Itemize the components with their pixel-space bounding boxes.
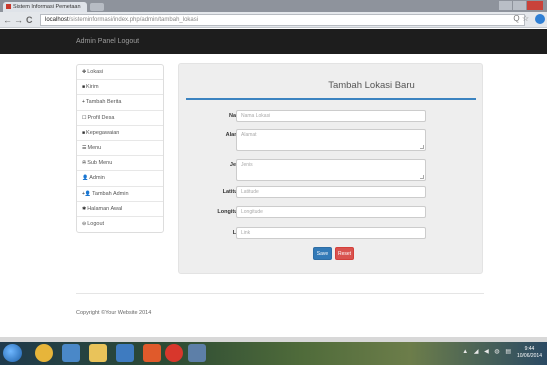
alamat-placeholder: Alamat <box>241 132 257 138</box>
start-button[interactable] <box>3 344 22 362</box>
cog-icon: ✇ <box>82 160 87 167</box>
plus-icon: + <box>82 99 85 106</box>
sidebar-item-label: Profil Desa <box>87 114 115 121</box>
url-input[interactable]: localhost/sisteminformasi/index.php/admi… <box>40 14 525 26</box>
new-tab-button[interactable] <box>90 3 104 11</box>
link-input[interactable]: Link <box>236 227 426 239</box>
page-title: Tambah Lokasi Baru <box>328 80 415 91</box>
taskbar: ▲ ◢ ◀ ◍ ▤ 9:44 10/06/2014 <box>0 342 547 365</box>
latitude-input[interactable]: Latitude <box>236 186 426 198</box>
folder-icon[interactable] <box>89 344 107 362</box>
browser-app-icon[interactable] <box>35 344 53 362</box>
sidebar-item-label: Sub Menu <box>87 160 113 167</box>
media-app-icon[interactable] <box>62 344 80 362</box>
sidebar-item-admin[interactable]: 👤Admin <box>77 171 163 187</box>
minimize-button[interactable] <box>499 1 512 10</box>
extension-icon[interactable] <box>535 14 545 24</box>
browser-tab-title: Sistem Informasi Pemetaan <box>13 4 81 10</box>
sidebar-item-label: Tambah Admin <box>92 190 129 197</box>
clock-date: 10/06/2014 <box>516 353 542 359</box>
maximize-button[interactable] <box>513 1 526 10</box>
logout-icon: ⊖ <box>82 220 87 227</box>
sidebar-item-halaman-awal[interactable]: ✱Halaman Awal <box>77 202 163 217</box>
clock-time: 9:44 <box>524 346 535 352</box>
sidebar-item-tambah-berita[interactable]: +Tambah Berita <box>77 95 163 111</box>
url-path: /sisteminformasi/index.php/admin/tambah_… <box>68 17 199 23</box>
browser-tabstrip: Sistem Informasi Pemetaan <box>0 0 547 12</box>
resize-grip-icon[interactable] <box>420 175 424 179</box>
reload-icon[interactable]: C <box>26 14 33 26</box>
paint-app-icon[interactable] <box>188 344 206 362</box>
navbar-brand[interactable]: Admin Panel Logout <box>76 29 139 54</box>
browser-tab[interactable]: Sistem Informasi Pemetaan <box>3 2 87 12</box>
favicon-icon <box>6 4 11 9</box>
reset-button[interactable]: Reset <box>335 247 354 260</box>
add-user-icon: +👤 <box>82 190 92 197</box>
word-app-icon[interactable] <box>116 344 134 362</box>
title-divider <box>186 98 476 100</box>
user-icon: 👤 <box>82 175 89 182</box>
send-icon: ■ <box>82 84 86 91</box>
sidebar-item-label: Lokasi <box>87 69 104 75</box>
sidebar-item-label: Halaman Awal <box>87 205 123 212</box>
longitude-input[interactable]: Longitude <box>236 206 426 218</box>
sidebar-item-tambah-admin[interactable]: +👤Tambah Admin <box>77 187 163 202</box>
sidebar-item-profil-desa[interactable]: ☐Profil Desa <box>77 111 163 126</box>
sidebar-item-kepegawaian[interactable]: ■Kepegawaian <box>77 126 163 141</box>
window-controls <box>499 1 543 10</box>
asterisk-icon: ✱ <box>82 205 87 212</box>
save-button[interactable]: Save <box>313 247 332 260</box>
sidebar-item-sub-menu[interactable]: ✇Sub Menu <box>77 156 163 172</box>
book-icon: ■ <box>82 129 86 136</box>
taskbar-clock[interactable]: 9:44 10/06/2014 <box>517 346 542 360</box>
sidebar-item-lokasi[interactable]: ✥Lokasi <box>77 65 163 81</box>
app-navbar: Admin Panel Logout <box>0 29 547 54</box>
nama-input[interactable]: Nama Lokasi <box>236 110 426 122</box>
url-host: localhost <box>45 17 69 23</box>
file-icon: ☐ <box>82 114 87 121</box>
sidebar-item-label: Kirim <box>86 84 99 91</box>
forward-icon[interactable]: → <box>14 14 23 26</box>
sidebar-item-label: Kepegawaian <box>86 129 120 136</box>
address-bar: ← → C localhost/sisteminformasi/index.ph… <box>0 12 547 28</box>
jenis-textarea[interactable]: Jenis <box>236 159 426 181</box>
bookmark-star-icon[interactable]: Q ☆ <box>513 14 529 23</box>
close-window-button[interactable] <box>527 1 543 10</box>
form-panel: Tambah Lokasi Baru Nama Nama Lokasi Alam… <box>178 63 483 274</box>
sidebar-item-label: Menu <box>87 144 102 151</box>
sidebar-item-kirim[interactable]: ■Kirim <box>77 80 163 96</box>
list-icon: ☰ <box>82 144 87 151</box>
sidebar-item-label: Tambah Berita <box>85 99 122 106</box>
sidebar-item-label: Admin <box>89 175 105 182</box>
alamat-textarea[interactable]: Alamat <box>236 129 426 151</box>
sidebar-item-label: Logout <box>87 220 105 227</box>
sidebar-item-logout[interactable]: ⊖Logout <box>77 217 163 232</box>
sidebar: ✥Lokasi ■Kirim +Tambah Berita ☐Profil De… <box>76 64 164 234</box>
slides-app-icon[interactable] <box>143 344 161 362</box>
map-marker-icon: ✥ <box>82 69 87 75</box>
sidebar-item-menu[interactable]: ☰Menu <box>77 141 163 157</box>
back-icon[interactable]: ← <box>3 14 12 26</box>
footer-divider <box>76 293 484 294</box>
jenis-placeholder: Jenis <box>241 162 253 168</box>
footer-copyright: Copyright ©Your Website 2014 <box>76 310 152 316</box>
system-tray-icons[interactable]: ▲ ◢ ◀ ◍ ▤ <box>462 348 513 355</box>
resize-grip-icon[interactable] <box>420 145 424 149</box>
chrome-app-icon[interactable] <box>165 344 183 362</box>
